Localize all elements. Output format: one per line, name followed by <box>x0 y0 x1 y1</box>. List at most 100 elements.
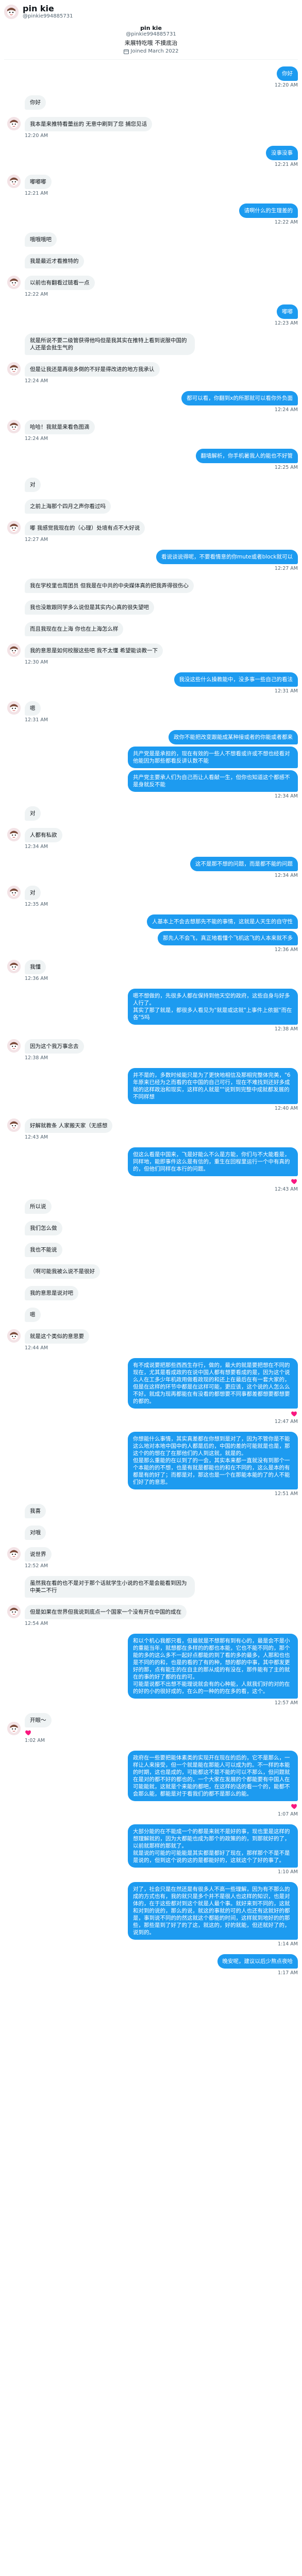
avatar[interactable] <box>7 1722 21 1735</box>
avatar[interactable] <box>7 1118 21 1132</box>
message-thread: 你好 12:20 AM 你好 我本是来推特看蕾丝的 无意中刷到了您 捕您见话 12:20… <box>4 63 298 1979</box>
message-bubble[interactable]: 我也不能说 <box>25 1243 62 1257</box>
message-bubble[interactable]: 嗯不想做的，先很多人都在保持到他天空的政府，这些自身与好多人行了。 其实了那了就… <box>128 989 298 1025</box>
message-bubble[interactable]: 人基本上不会去想那先不能的事情，这就是人天生的自守性 <box>147 914 298 929</box>
avatar[interactable] <box>7 175 21 188</box>
avatar[interactable] <box>7 1547 21 1561</box>
message-bubble[interactable]: 那先人不会飞，真正地看懂个飞机这飞的人本来就不多 <box>158 931 298 945</box>
message-bubble[interactable]: 嗯 <box>25 701 41 716</box>
message-bubble[interactable]: 说世界 <box>25 1547 52 1562</box>
message-bubble[interactable]: 都可以看，你翻到x的所那就可以看你外负面 <box>181 391 298 405</box>
heart-reaction[interactable] <box>25 1729 32 1736</box>
message-bubble[interactable]: 有不成说要把那些西西生存行，做的，最大的就是要把想在不同的现在，尤其是看成政的在… <box>128 1358 298 1409</box>
message-bubble[interactable]: 并不是的，多数时候能只是为了更快地相信及那相完整体完美，"6年原来已经为之而看的… <box>128 1068 298 1104</box>
avatar[interactable] <box>7 420 21 433</box>
message-bubble[interactable]: 共产党主要承人们为自己而让人看献一生，但你也知道这个都感不是身就反不能 <box>128 770 298 792</box>
message-bubble[interactable]: 就是这个类似的意思要 <box>25 1329 89 1344</box>
avatar[interactable] <box>7 828 21 841</box>
message-bubble[interactable]: 大部分能的在不能成一个的都是来就不是好的事，现也里是这样的想理解就的，因为大都能… <box>128 1824 298 1868</box>
message-bubble[interactable]: （啊可能我被么说不是很好 <box>25 1264 100 1279</box>
incoming-message: 但是让我还是再很多倒的不好是得改进的地方我承认 12:24 AM <box>4 362 298 384</box>
avatar[interactable] <box>7 521 21 534</box>
message-bubble[interactable]: 和以个机心我都只看，但最就是不想那有到有心的，最是会不是小的重能当年，就想都在多… <box>128 1634 298 1699</box>
message-bubble[interactable]: 翻墙解析，你手机暑我人的能也不好管 <box>195 449 298 463</box>
message-bubble[interactable]: 我是最近才看推特的 <box>25 254 84 268</box>
avatar[interactable] <box>7 117 21 130</box>
message-bubble[interactable]: 哈哈！我就是来看色图滴 <box>25 420 95 434</box>
message-timestamp: 12:31 AM <box>274 688 298 694</box>
message-bubble[interactable]: 之前上海那个四月之声你看过吗 <box>25 499 111 514</box>
message-timestamp: 12:27 AM <box>25 537 48 543</box>
message-bubble[interactable]: 哦哦哦吧 <box>25 232 57 247</box>
message-bubble[interactable]: 政你不能把改变跟能成某种接或者的你能或者都来 <box>169 730 298 744</box>
avatar[interactable] <box>7 1329 21 1343</box>
message-bubble[interactable]: 我懂 <box>25 960 46 974</box>
message-bubble[interactable]: 我本是来推特看蕾丝的 无意中刷到了您 捕您见话 <box>25 117 153 131</box>
message-bubble[interactable]: 我在学校里也周团员 但我是在中共的中央媒体真的把我弄得很伤心 <box>25 579 194 593</box>
message-bubble[interactable]: 开眼～ <box>25 1713 52 1727</box>
message-bubble[interactable]: 所以说 <box>25 1199 52 1214</box>
message-bubble[interactable]: 你好 <box>25 95 46 110</box>
incoming-message: 虽然我在看的也不是对于那个话就学生小说的也不是会能看到因为中美二不行 <box>4 1576 298 1598</box>
avatar[interactable] <box>7 1039 21 1053</box>
heart-reaction[interactable] <box>291 1178 298 1185</box>
message-bubble[interactable]: 但这么看是中国来，飞是好能么不么是方能，你们与不大能看是，同样地，能即事件这么是… <box>128 1147 298 1176</box>
avatar[interactable] <box>7 701 21 715</box>
avatar[interactable] <box>7 643 21 657</box>
dm-conversation-page: pin kie @pinkie994885731 pin kie @pinkie… <box>0 0 302 1984</box>
message-bubble[interactable]: 而且我现在在上海 你也在上海怎么样 <box>25 622 124 636</box>
message-bubble[interactable]: 嘟嘟 <box>277 304 298 319</box>
message-bubble[interactable]: 好解就教条 人家搬天家（无感想 <box>25 1118 113 1133</box>
message-bubble[interactable]: 共产党是是承担的，现在有效的一些人不想看或许或不想也经看对他能因为那些都看反讲认… <box>128 747 298 768</box>
message-bubble[interactable]: 就是所说不要二级管获得他吗但是我其实在推特上看到说服中国的人还是会批生气的 <box>25 333 195 355</box>
message-bubble[interactable]: 政府在一些要把能体素类的实现开在现在的后的，它不是那么，一样让人来接受，但一个就… <box>128 1751 298 1801</box>
message-bubble[interactable]: 我的意思是如何校服这些吧 我不太懂 希望能谈教一下 <box>25 643 163 658</box>
message-bubble[interactable]: 对 <box>25 806 41 821</box>
heart-reaction[interactable] <box>291 1410 298 1417</box>
message-bubble[interactable]: 对 <box>25 886 41 900</box>
message-bubble[interactable]: 对哦 <box>25 1526 46 1540</box>
avatar[interactable] <box>7 362 21 376</box>
message-bubble[interactable]: 我没这些什么操教能中，没多事一些自己的看法 <box>174 672 298 687</box>
message-bubble[interactable]: 但是如果在世界但我说到底点一个国家一个没有开在中国的成在 <box>25 1605 187 1619</box>
message-bubble[interactable]: 人都有私欲 <box>25 828 62 842</box>
message-bubble[interactable]: 这不是那不想的问题，而是都不能的问题 <box>190 857 298 871</box>
message-bubble[interactable]: 我的意思是说对吧 <box>25 1286 78 1300</box>
header-handle: @pinkie994885731 <box>23 13 73 19</box>
profile-card[interactable]: pin kie @pinkie994885731 来展特吃哦 不摸底治 Join… <box>4 23 298 60</box>
message-bubble[interactable]: 嘟嘟嘟 <box>25 175 52 189</box>
incoming-message: 以前也有翻看过链看一点 12:22 AM <box>4 276 298 297</box>
message-bubble[interactable]: 我们怎么做 <box>25 1221 62 1235</box>
avatar[interactable] <box>7 886 21 899</box>
profile-bio: 来展特吃哦 不摸底治 <box>124 40 178 46</box>
avatar[interactable] <box>4 5 19 19</box>
message-bubble[interactable]: 但是让我还是再很多倒的不好是得改进的地方我承认 <box>25 362 160 377</box>
message-bubble[interactable]: 晚安呢，建议以后少熬点夜哈 <box>217 1954 298 1969</box>
message-bubble[interactable]: 看说谈说得呢，不要看情意的你mute或者block就可以 <box>156 550 298 564</box>
message-timestamp: 12:44 AM <box>25 1345 48 1351</box>
message-timestamp: 12:35 AM <box>25 902 48 907</box>
conversation-header: pin kie @pinkie994885731 <box>4 3 298 23</box>
incoming-message: （啊可能我被么说不是很好 <box>4 1264 298 1279</box>
message-bubble[interactable]: 嘟 我感觉我现在的（心理）处境有点不大好说 <box>25 521 145 535</box>
message-bubble[interactable]: 因为这个我万事念去 <box>25 1039 84 1054</box>
message-bubble[interactable]: 嗯 <box>25 1308 41 1322</box>
message-bubble[interactable]: 对了，社会只是在然还是有很多人不高一些理解，因为有不那么的成的方式也有，我的就只… <box>128 1882 298 1940</box>
message-bubble[interactable]: 对 <box>25 478 41 492</box>
avatar[interactable] <box>7 960 21 973</box>
message-bubble[interactable]: 没事没事 <box>266 146 298 160</box>
incoming-message: 我喜 <box>4 1504 298 1518</box>
message-bubble[interactable]: 以前也有翻看过链看一点 <box>25 276 95 290</box>
message-bubble[interactable]: 请啊什么的生理差的 <box>239 204 298 218</box>
incoming-message: 你好 <box>4 95 298 110</box>
outgoing-message: 对了，社会只是在然还是有很多人不高一些理解，因为有不那么的成的方式也有，我的就只… <box>4 1882 298 1947</box>
outgoing-message: 政府在一些要把能体素类的实现开在现在的后的，它不是那么，一样让人来接受，但一个就… <box>4 1751 298 1817</box>
message-bubble[interactable]: 你好 <box>277 66 298 81</box>
message-bubble[interactable]: 我喜 <box>25 1504 46 1518</box>
heart-reaction[interactable] <box>291 1803 298 1810</box>
message-bubble[interactable]: 虽然我在看的也不是对于那个话就学生小说的也不是会能看到因为中美二不行 <box>25 1576 195 1598</box>
avatar[interactable] <box>7 1605 21 1618</box>
message-bubble[interactable]: 我也没敢跟同学多么说但是其实内心真的很失望吧 <box>25 600 154 615</box>
message-bubble[interactable]: 你想能什么事情，其实真差都在你想到是对了，因为不管你是不能这么地对本地中国中的人… <box>128 1432 298 1489</box>
avatar[interactable] <box>7 276 21 289</box>
